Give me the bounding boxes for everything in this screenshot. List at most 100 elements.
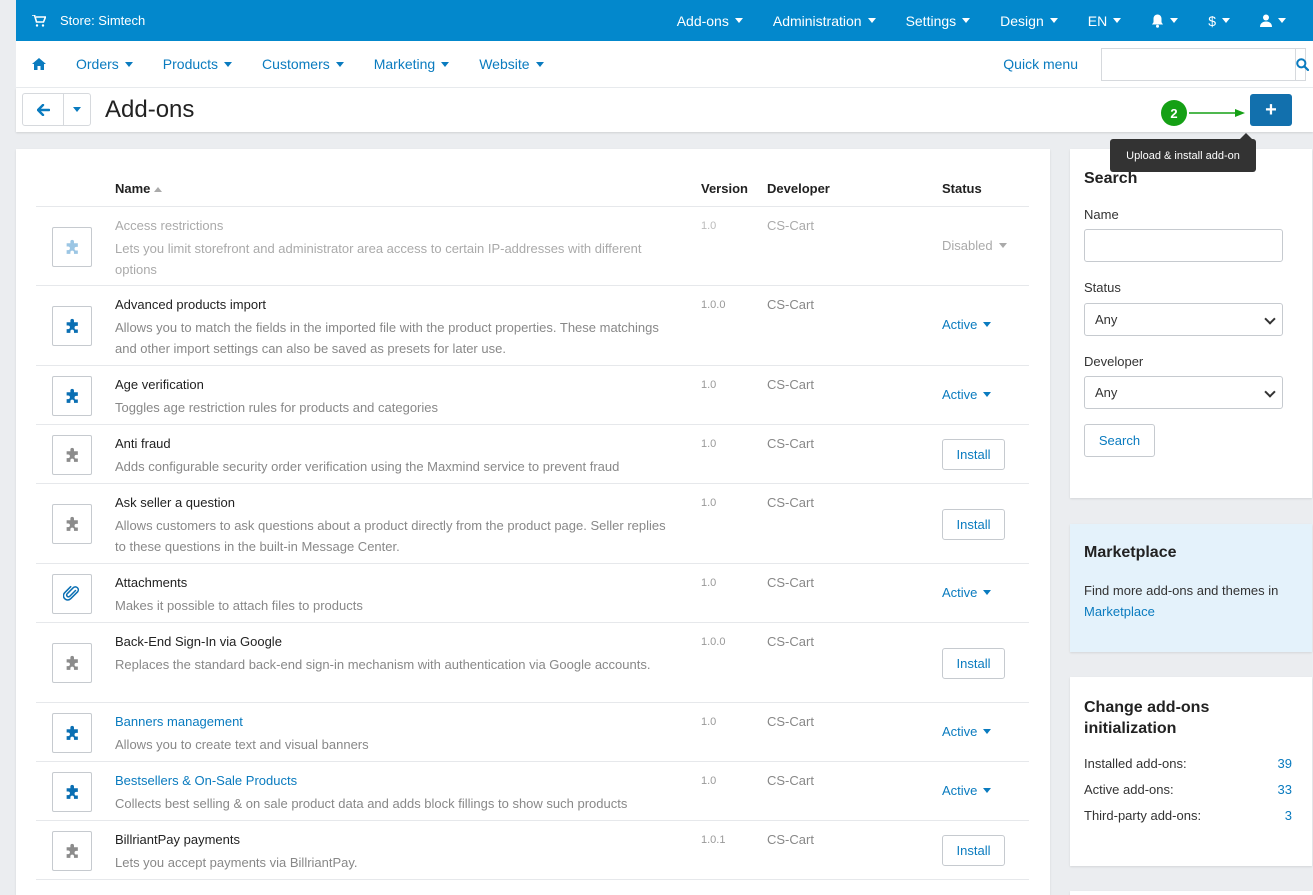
- install-button[interactable]: Install: [942, 509, 1005, 540]
- puzzle-icon: [52, 306, 92, 346]
- global-search-button[interactable]: [1295, 48, 1309, 80]
- nav-products[interactable]: Products: [148, 56, 247, 72]
- status-dropdown[interactable]: Active: [942, 387, 992, 402]
- language-selector[interactable]: EN: [1073, 0, 1136, 41]
- home-icon: [31, 58, 46, 70]
- status-dropdown[interactable]: Disabled: [942, 238, 1007, 253]
- notifications-menu[interactable]: [1136, 0, 1193, 41]
- puzzle-icon: [52, 504, 92, 544]
- chevron-down-icon: [1222, 18, 1230, 23]
- stat-active-label: Active add-ons:: [1084, 782, 1174, 797]
- top-menu: Add-ons Administration Settings Design E…: [662, 0, 1313, 41]
- addon-developer: CS-Cart: [767, 495, 814, 510]
- addon-description: Lets you accept payments via BillriantPa…: [115, 855, 358, 870]
- addon-name: Age verification: [115, 377, 204, 392]
- addon-developer: CS-Cart: [767, 297, 814, 312]
- stat-third-party-value[interactable]: 3: [1285, 808, 1292, 823]
- chevron-down-icon: [1264, 313, 1276, 325]
- addon-name: Attachments: [115, 575, 188, 590]
- quick-menu-link[interactable]: Quick menu: [1003, 56, 1078, 72]
- topmenu-addons[interactable]: Add-ons: [662, 0, 758, 41]
- sidebar-search-button[interactable]: Search: [1084, 424, 1155, 457]
- back-button[interactable]: [23, 94, 64, 125]
- column-name-header[interactable]: Name: [115, 181, 163, 196]
- currency-label: $: [1208, 12, 1216, 29]
- addon-developer: CS-Cart: [767, 377, 814, 392]
- home-link[interactable]: [16, 58, 61, 70]
- currency-selector[interactable]: $: [1193, 0, 1245, 41]
- filter-status-label: Status: [1084, 280, 1121, 295]
- table-row: BillriantPay payments Lets you accept pay…: [36, 821, 1029, 880]
- nav-customers[interactable]: Customers: [247, 56, 359, 72]
- filter-developer-select[interactable]: Any: [1084, 376, 1283, 409]
- status-dropdown[interactable]: Active: [942, 585, 992, 600]
- filter-developer-value: Any: [1095, 385, 1118, 400]
- addons-list-panel: Name Version Developer Status Access res…: [16, 149, 1050, 895]
- bell-icon: [1152, 14, 1164, 28]
- addon-name[interactable]: Bestsellers & On-Sale Products: [115, 773, 297, 788]
- paperclip-icon: [52, 574, 92, 614]
- addon-name: Access restrictions: [115, 218, 224, 233]
- addon-developer: CS-Cart: [767, 218, 814, 233]
- status-dropdown[interactable]: Active: [942, 724, 992, 739]
- store-switcher[interactable]: Store: Simtech: [16, 0, 145, 41]
- sort-asc-icon: [154, 187, 163, 193]
- addon-description: Allows you to match the fields in the im…: [115, 320, 659, 356]
- marketplace-text-body: Find more add-ons and themes in: [1084, 583, 1279, 598]
- stat-third-party: Third-party add-ons: 3: [1084, 808, 1292, 823]
- chevron-down-icon: [983, 590, 992, 595]
- filter-status-select[interactable]: Any: [1084, 303, 1283, 336]
- marketplace-title: Marketplace: [1084, 544, 1177, 561]
- user-menu[interactable]: [1245, 0, 1301, 41]
- status-dropdown[interactable]: Active: [942, 317, 992, 332]
- marketplace-link[interactable]: Marketplace: [1084, 604, 1155, 619]
- upload-install-addon-button[interactable]: +: [1250, 94, 1292, 126]
- status-dropdown[interactable]: Active: [942, 783, 992, 798]
- install-button[interactable]: Install: [942, 439, 1005, 470]
- chevron-down-icon: [535, 61, 544, 67]
- nav-orders[interactable]: Orders: [61, 56, 148, 72]
- topmenu-design[interactable]: Design: [985, 0, 1073, 41]
- history-dropdown[interactable]: [64, 94, 90, 125]
- install-button[interactable]: Install: [942, 648, 1005, 679]
- install-button[interactable]: Install: [942, 835, 1005, 866]
- filter-status-value: Any: [1095, 312, 1118, 327]
- nav-marketing-label: Marketing: [373, 56, 436, 72]
- filter-name-input[interactable]: [1084, 229, 1283, 262]
- nav-marketing[interactable]: Marketing: [359, 56, 464, 72]
- addon-version: 1.0: [701, 716, 717, 728]
- status-label: Disabled: [942, 238, 993, 253]
- addon-description: Collects best selling & on sale product …: [115, 796, 628, 811]
- addon-name[interactable]: Banners management: [115, 714, 243, 729]
- addon-name: Back-End Sign-In via Google: [115, 634, 282, 649]
- nav-orders-label: Orders: [76, 56, 119, 72]
- sidebar-next-panel: [1070, 891, 1312, 895]
- top-bar: Store: Simtech Add-ons Administration Se…: [16, 0, 1313, 41]
- stat-installed-label: Installed add-ons:: [1084, 756, 1187, 771]
- addon-name: BillriantPay payments: [115, 832, 240, 847]
- stat-active-value[interactable]: 33: [1278, 782, 1292, 797]
- sidebar-marketplace-panel: Marketplace Find more add-ons and themes…: [1070, 524, 1312, 652]
- chevron-down-icon: [983, 788, 992, 793]
- topmenu-settings[interactable]: Settings: [891, 0, 986, 41]
- global-search-input[interactable]: [1102, 48, 1295, 80]
- chevron-down-icon: [983, 729, 992, 734]
- topmenu-settings-label: Settings: [905, 12, 957, 29]
- addon-developer: CS-Cart: [767, 714, 814, 729]
- status-label: Active: [942, 387, 978, 402]
- addon-description: Replaces the standard back-end sign-in m…: [115, 657, 651, 672]
- topmenu-addons-label: Add-ons: [676, 12, 729, 29]
- stat-installed-value[interactable]: 39: [1278, 756, 1292, 771]
- chevron-down-icon: [1049, 18, 1058, 23]
- topmenu-administration[interactable]: Administration: [758, 0, 891, 41]
- filter-developer-label: Developer: [1084, 354, 1144, 369]
- addon-name: Anti fraud: [115, 436, 171, 451]
- nav-website[interactable]: Website: [464, 56, 558, 72]
- column-name-label: Name: [115, 181, 151, 196]
- addon-version: 1.0: [701, 577, 717, 589]
- topmenu-design-label: Design: [1000, 12, 1044, 29]
- back-button-group: [22, 93, 91, 126]
- addon-version: 1.0.1: [701, 834, 726, 846]
- annotation-step-badge: 2: [1161, 100, 1187, 126]
- table-row: Advanced products import Allows you to ma…: [36, 286, 1029, 366]
